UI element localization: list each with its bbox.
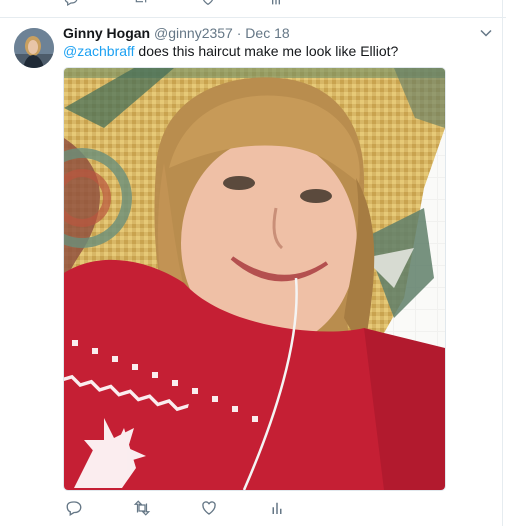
avatar-photo: [14, 28, 54, 68]
chevron-down-icon[interactable]: [479, 26, 493, 40]
selfie-photo: [64, 68, 445, 490]
retweet-icon[interactable]: [133, 499, 151, 517]
mention-link[interactable]: @zachbraff: [63, 43, 135, 59]
tweet-actions: [63, 499, 444, 517]
separator-dot: ·: [236, 25, 242, 41]
tweet-body: does this haircut make me look like Elli…: [134, 43, 399, 59]
tweet-date[interactable]: Dec 18: [245, 25, 289, 41]
avatar[interactable]: [14, 28, 54, 68]
timeline-border: [502, 0, 503, 526]
analytics-icon[interactable]: [268, 499, 286, 517]
tweet-header: Ginny Hogan @ginny2357 · Dec 18: [63, 24, 290, 42]
retweet-icon[interactable]: [133, 0, 149, 7]
display-name[interactable]: Ginny Hogan: [63, 25, 150, 41]
previous-tweet-actions: [0, 0, 506, 8]
reply-icon[interactable]: [65, 499, 83, 517]
tweet-divider: [0, 17, 506, 18]
reply-icon[interactable]: [63, 0, 79, 7]
heart-icon[interactable]: [200, 499, 218, 517]
analytics-icon[interactable]: [268, 0, 284, 7]
username[interactable]: @ginny2357: [154, 25, 233, 41]
tweet-photo[interactable]: [63, 67, 446, 491]
heart-icon[interactable]: [200, 0, 216, 7]
tweet-text: @zachbraff does this haircut make me loo…: [63, 42, 398, 60]
